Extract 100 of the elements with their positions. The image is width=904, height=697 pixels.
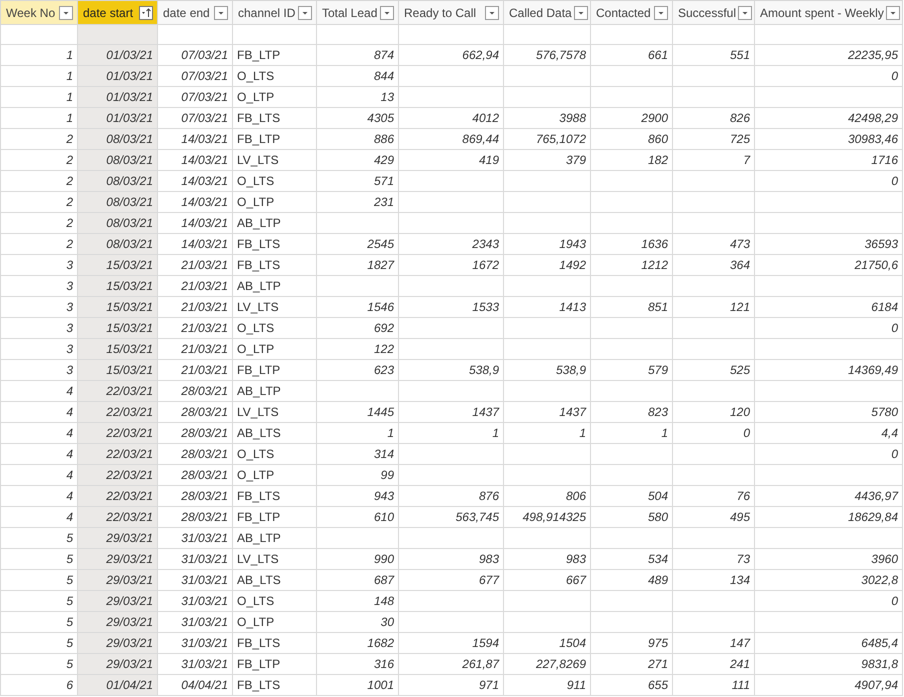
table-cell: 4	[66, 510, 73, 524]
table-cell: FB_LTS	[237, 258, 280, 272]
table-cell: 525	[730, 363, 750, 377]
table-cell: FB_LTP	[237, 132, 280, 146]
table-cell: 1	[492, 426, 499, 440]
table-cell: 1	[66, 90, 73, 104]
table-cell: 28/03/21	[181, 489, 228, 503]
table-cell: 1413	[559, 300, 586, 314]
dropdown-icon[interactable]	[380, 6, 394, 20]
column-header[interactable]: Week No	[0, 0, 78, 24]
table-cell: 4	[66, 426, 73, 440]
table-cell: AB_LTS	[237, 573, 281, 587]
table-cell: 571	[374, 174, 394, 188]
table-cell: 911	[566, 678, 586, 692]
table-cell: 314	[374, 447, 394, 461]
table-cell: 111	[732, 678, 750, 692]
dropdown-icon[interactable]	[738, 6, 752, 20]
table-cell: 271	[648, 657, 668, 671]
table-cell: 692	[374, 321, 394, 335]
table-cell: AB_LTP	[237, 531, 281, 545]
table-cell: 231	[374, 195, 394, 209]
table-cell: 28/03/21	[181, 405, 228, 419]
table-cell: 01/04/21	[106, 678, 153, 692]
table-cell: AB_LTP	[237, 384, 281, 398]
table-cell: 498,914325	[522, 510, 586, 524]
table-cell: 15/03/21	[106, 363, 153, 377]
table-cell: 5780	[871, 405, 898, 419]
table-cell: 227,8269	[536, 657, 586, 671]
table-cell: AB_LTS	[237, 426, 281, 440]
table-cell: 3	[66, 300, 73, 314]
table-cell: 01/03/21	[106, 111, 153, 125]
table-cell: 886	[374, 132, 394, 146]
table-cell: 1212	[641, 258, 668, 272]
table-cell: 28/03/21	[181, 426, 228, 440]
dropdown-icon[interactable]	[214, 6, 228, 20]
table-cell: 21/03/21	[181, 363, 228, 377]
table-cell: 4436,97	[854, 489, 898, 503]
table-cell: 122	[374, 342, 394, 356]
table-cell: 990	[374, 552, 394, 566]
table-cell: 30	[380, 615, 394, 629]
table-cell: 667	[566, 573, 586, 587]
table-cell: 4	[66, 447, 73, 461]
table-cell: 1	[66, 48, 73, 62]
table-cell: FB_LTP	[237, 510, 280, 524]
table-cell: 3	[66, 258, 73, 272]
table-cell: 765,1072	[536, 132, 586, 146]
table-cell: 31/03/21	[181, 615, 228, 629]
table-cell: 860	[648, 132, 668, 146]
table-cell: O_LTP	[237, 468, 274, 482]
table-cell: 42498,29	[848, 111, 898, 125]
table-cell: 14/03/21	[181, 153, 228, 167]
table-cell: O_LTS	[237, 174, 274, 188]
table-cell: 15/03/21	[106, 258, 153, 272]
table-cell: O_LTS	[237, 321, 274, 335]
table-cell: 3	[66, 363, 73, 377]
table-cell: 489	[648, 573, 668, 587]
column-header[interactable]: Amount spent - Weekly	[754, 0, 902, 24]
table-cell: 2	[66, 153, 73, 167]
table-cell: 975	[648, 636, 668, 650]
table-cell: O_LTP	[237, 342, 274, 356]
table-cell: O_LTS	[237, 447, 274, 461]
table-cell: O_LTP	[237, 195, 274, 209]
table-cell: 08/03/21	[106, 132, 153, 146]
column-header[interactable]: date end	[158, 0, 232, 24]
dropdown-icon[interactable]	[574, 6, 588, 20]
dropdown-icon[interactable]	[485, 6, 499, 20]
dropdown-icon[interactable]	[298, 6, 312, 20]
table-cell: 662,94	[462, 48, 499, 62]
table-cell: 14/03/21	[181, 174, 228, 188]
table-cell: 31/03/21	[181, 552, 228, 566]
column-header[interactable]: Ready to Call	[398, 0, 504, 24]
column-header[interactable]: Successful	[672, 0, 754, 24]
column-header[interactable]: Total Lead	[316, 0, 398, 24]
table-cell: 2900	[641, 111, 668, 125]
table-cell: 31/03/21	[181, 573, 228, 587]
table-cell: 983	[478, 552, 499, 566]
table-cell: 316	[374, 657, 394, 671]
dropdown-icon[interactable]	[59, 6, 73, 20]
table-cell: LV_LTS	[237, 405, 279, 419]
table-cell: 1492	[559, 258, 586, 272]
table-cell: 18629,84	[848, 510, 898, 524]
sort-ascending-icon[interactable]	[139, 6, 153, 20]
table-cell: 534	[648, 552, 668, 566]
table-cell: 0	[891, 69, 898, 83]
table-cell: FB_LTP	[237, 363, 280, 377]
table-cell: 7	[743, 153, 750, 167]
table-cell: AB_LTP	[237, 216, 281, 230]
column-header[interactable]: channel ID	[232, 0, 316, 24]
table-cell: 04/04/21	[181, 678, 228, 692]
column-header[interactable]: date start	[78, 0, 158, 24]
table-cell: 5	[66, 552, 73, 566]
dropdown-icon[interactable]	[654, 6, 668, 20]
table-cell: 120	[730, 405, 750, 419]
table-cell: 0	[891, 594, 898, 608]
table-cell: 1943	[559, 237, 586, 251]
dropdown-icon[interactable]	[886, 6, 900, 20]
table-cell: 1672	[472, 258, 499, 272]
column-header[interactable]: Contacted	[590, 0, 672, 24]
table-cell: 538,9	[556, 363, 586, 377]
column-header[interactable]: Called Data	[504, 0, 590, 24]
